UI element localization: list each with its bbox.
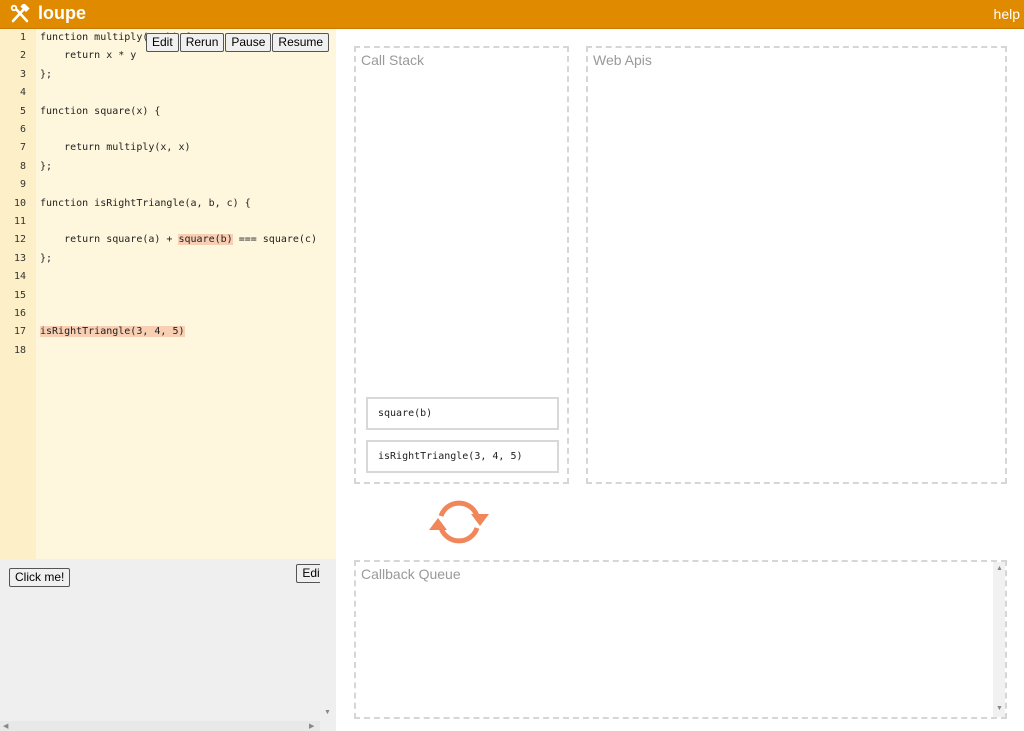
highlighted-code: square(b) <box>178 234 233 246</box>
app-header: loupe help <box>0 0 1024 29</box>
code-line: isRightTriangle(3, 4, 5) <box>40 323 185 341</box>
line-number: 11 <box>13 216 26 227</box>
call-stack-panel: Call Stack square(b) isRightTriangle(3, … <box>354 46 569 484</box>
rerun-button[interactable]: Rerun <box>179 33 225 52</box>
line-number: 17 <box>13 326 26 338</box>
line-number: 8 <box>19 160 26 172</box>
horizontal-scrollbar[interactable]: ◀ ▶ <box>0 721 320 731</box>
line-number: 5 <box>19 105 26 117</box>
line-number: 16 <box>13 308 26 319</box>
code-text: === square(c) <box>232 234 317 246</box>
code-line: }; <box>40 160 53 172</box>
help-link[interactable]: help <box>994 6 1020 22</box>
stack-frame: square(b) <box>366 397 559 430</box>
line-number: 15 <box>13 289 26 301</box>
left-pane: 1 function multiply(a, b) {2 return x * y… <box>0 29 336 731</box>
code-line: function isRightTriangle(a, b, c) { <box>40 197 251 209</box>
code-line: return x * y <box>40 50 137 62</box>
code-text: return square(a) + <box>40 234 179 246</box>
code-editor[interactable]: 1 function multiply(a, b) {2 return x * y… <box>0 29 336 559</box>
code-line: }; <box>40 68 53 80</box>
pause-button[interactable]: Pause <box>225 33 272 52</box>
code-line: return multiply(x, x) <box>40 142 191 154</box>
line-number: 7 <box>19 142 26 154</box>
stack-frame: isRightTriangle(3, 4, 5) <box>366 440 559 473</box>
line-number: 4 <box>19 87 26 99</box>
code-line: }; <box>40 252 53 264</box>
scroll-left-icon[interactable]: ◀ <box>3 722 8 730</box>
line-number: 12 <box>13 234 26 246</box>
line-number: 1 <box>19 32 26 43</box>
line-number: 2 <box>19 50 26 62</box>
edit-button[interactable]: Edit <box>146 33 179 52</box>
call-stack-title: Call Stack <box>361 52 425 68</box>
refresh-icon <box>427 494 491 550</box>
callback-queue-panel: Callback Queue ▲ ▼ <box>354 560 1007 719</box>
line-number: 13 <box>13 252 26 264</box>
editor-toolbar: Edit Rerun Pause Resume <box>146 33 330 52</box>
queue-scrollbar[interactable]: ▲ ▼ <box>993 562 1005 717</box>
scroll-down-icon[interactable]: ▼ <box>996 705 1003 712</box>
web-apis-panel: Web Apis <box>586 46 1007 484</box>
scroll-down-icon[interactable]: ▼ <box>324 709 331 716</box>
line-number: 14 <box>13 271 26 283</box>
line-number: 9 <box>19 179 26 191</box>
web-apis-title: Web Apis <box>593 52 652 68</box>
hammer-wrench-icon <box>9 4 31 24</box>
line-number: 6 <box>19 124 26 135</box>
app-title: loupe <box>38 3 86 23</box>
resume-button[interactable]: Resume <box>272 33 330 52</box>
scroll-up-icon[interactable]: ▲ <box>996 565 1003 572</box>
html-preview-pane: Click me! Edit ▼ ◀ ▶ <box>0 559 336 731</box>
line-number: 18 <box>13 344 26 356</box>
code-line: function square(x) { <box>40 105 161 117</box>
click-me-button[interactable]: Click me! <box>9 568 71 587</box>
callback-queue-title: Callback Queue <box>361 566 461 582</box>
line-number: 3 <box>19 68 26 80</box>
highlighted-code: isRightTriangle(3, 4, 5) <box>40 326 185 338</box>
vertical-scrollbar[interactable]: ▼ <box>320 559 335 721</box>
line-number: 10 <box>13 197 26 209</box>
scroll-right-icon[interactable]: ▶ <box>309 722 314 730</box>
code-line: return square(a) + square(b) === square(… <box>40 231 317 249</box>
